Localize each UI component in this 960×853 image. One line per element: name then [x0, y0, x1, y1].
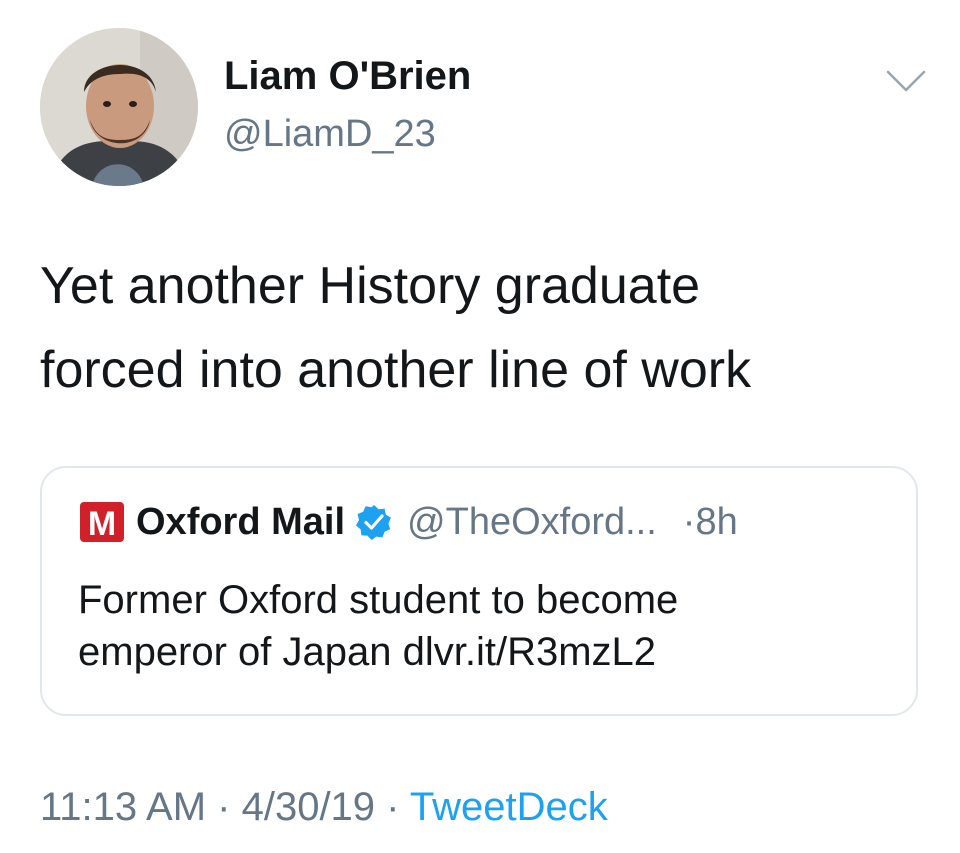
avatar[interactable] — [40, 28, 198, 186]
author-name[interactable]: Liam O'Brien — [224, 52, 471, 100]
oxford-mail-logo: M — [80, 502, 124, 543]
meta-separator: · — [375, 785, 410, 829]
quoted-author-name[interactable]: Oxford Mail — [136, 501, 345, 544]
tweet-text: Yet another History graduate forced into… — [40, 257, 752, 399]
meta-separator: · — [206, 785, 242, 829]
quoted-timestamp[interactable]: 8h — [695, 501, 737, 544]
tweet-time[interactable]: 11:13 AM — [40, 785, 206, 829]
avatar-photo — [40, 28, 198, 186]
quoted-tweet-header: M Oxford Mail @TheOxford... · 8h — [78, 496, 738, 548]
quoted-tweet-text: Former Oxford student to become emperor … — [78, 578, 679, 674]
chevron-down-icon[interactable] — [884, 66, 928, 96]
quoted-author-handle[interactable]: @TheOxford... — [407, 501, 657, 544]
tweet-meta: 11:13 AM · 4/30/19 · TweetDeck — [40, 780, 608, 834]
tweet-date[interactable]: 4/30/19 — [242, 785, 375, 829]
verified-badge-icon — [356, 505, 392, 540]
quoted-separator: · — [682, 500, 696, 543]
logo-letter: M — [88, 505, 116, 543]
author-handle[interactable]: @LiamD_23 — [224, 111, 436, 157]
tweet-source-link[interactable]: TweetDeck — [410, 785, 608, 829]
tweet: Liam O'Brien @LiamD_23 Yet another Histo… — [0, 0, 960, 853]
